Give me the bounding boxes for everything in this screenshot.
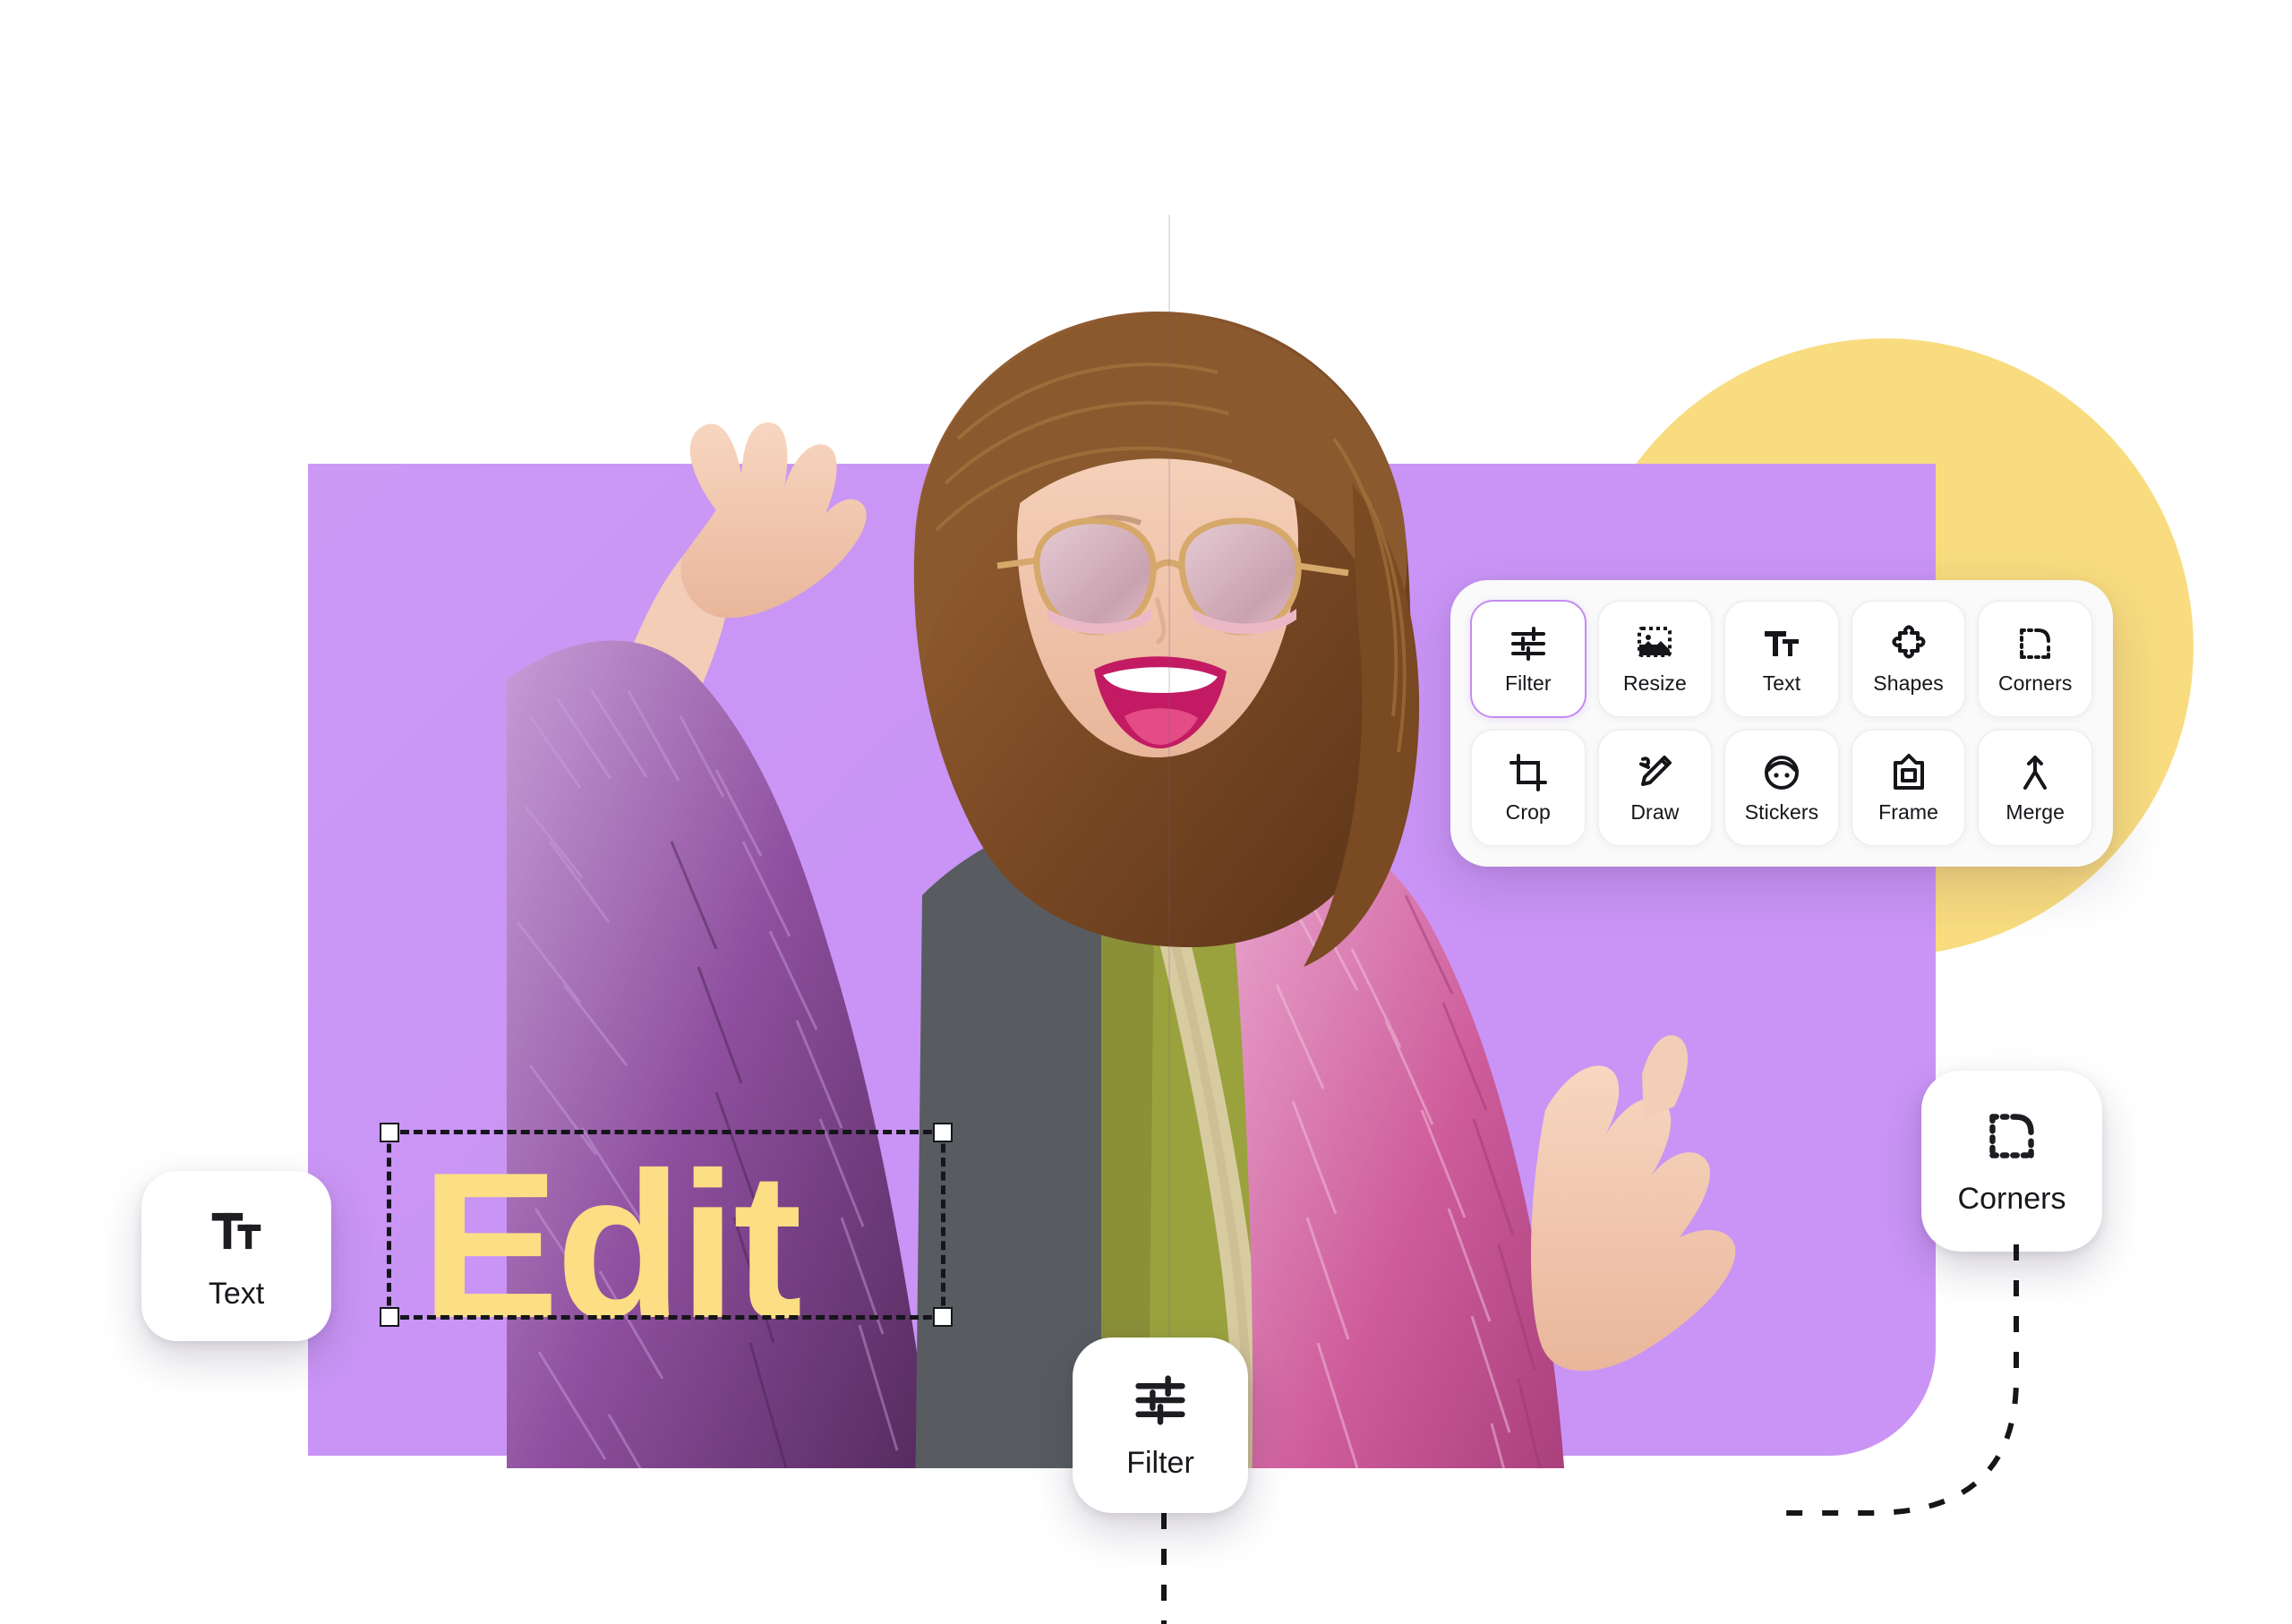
tool-label: Frame <box>1878 799 1939 824</box>
puzzle-piece-icon <box>1888 623 1929 664</box>
tool-label: Stickers <box>1744 799 1819 824</box>
floating-chip-text[interactable]: Text <box>141 1171 331 1341</box>
pencil-sparkle-icon <box>1634 752 1675 793</box>
tool-label: Shapes <box>1873 671 1944 695</box>
tool-label: Merge <box>2006 799 2065 824</box>
editor-hero-stage: Edit Filter Resize Text Shapes Corners C… <box>0 0 2292 1624</box>
crop-icon <box>1508 752 1549 793</box>
sliders-icon <box>1508 623 1549 664</box>
connector-line-filter <box>1161 1513 1167 1624</box>
tool-button-shapes[interactable]: Shapes <box>1850 600 1967 718</box>
resize-handle-bottom-right[interactable] <box>933 1307 953 1327</box>
picture-frame-icon <box>1888 752 1929 793</box>
floating-chip-corners[interactable]: Corners <box>1921 1071 2102 1252</box>
filter-preview-divider <box>1168 215 1170 1456</box>
text-selection-box[interactable] <box>380 1123 953 1327</box>
editor-toolbar-panel: Filter Resize Text Shapes Corners Crop D… <box>1450 580 2113 867</box>
tool-label: Corners <box>1997 671 2073 695</box>
merge-arrow-icon <box>2014 752 2056 793</box>
tool-button-corners[interactable]: Corners <box>1977 600 2093 718</box>
tool-label: Text <box>1762 671 1801 695</box>
resize-handle-top-left[interactable] <box>380 1123 399 1142</box>
tool-button-merge[interactable]: Merge <box>1977 729 2093 847</box>
tool-button-filter[interactable]: Filter <box>1470 600 1586 718</box>
sliders-icon <box>1131 1371 1190 1430</box>
tool-label: Resize <box>1622 671 1687 695</box>
tool-button-crop[interactable]: Crop <box>1470 729 1586 847</box>
rounded-corner-icon <box>1982 1107 2041 1166</box>
resize-handle-top-right[interactable] <box>933 1123 953 1142</box>
chip-label: Corners <box>1957 1181 2066 1216</box>
tool-button-text[interactable]: Text <box>1723 600 1840 718</box>
tool-button-draw[interactable]: Draw <box>1596 729 1714 847</box>
resize-handle-bottom-left[interactable] <box>380 1307 399 1327</box>
floating-chip-filter[interactable]: Filter <box>1073 1338 1248 1513</box>
image-resize-icon <box>1634 623 1675 664</box>
text-tt-icon <box>207 1201 266 1261</box>
tool-button-frame[interactable]: Frame <box>1850 729 1967 847</box>
tool-label: Draw <box>1630 799 1680 824</box>
tool-label: Filter <box>1504 671 1552 695</box>
tool-button-stickers[interactable]: Stickers <box>1723 729 1840 847</box>
tool-label: Crop <box>1505 799 1551 824</box>
tool-button-resize[interactable]: Resize <box>1596 600 1714 718</box>
text-tt-icon <box>1761 623 1802 664</box>
face-sticker-icon <box>1761 752 1802 793</box>
chip-label: Filter <box>1126 1445 1194 1480</box>
chip-label: Text <box>208 1276 265 1311</box>
rounded-corner-icon <box>2014 623 2056 664</box>
